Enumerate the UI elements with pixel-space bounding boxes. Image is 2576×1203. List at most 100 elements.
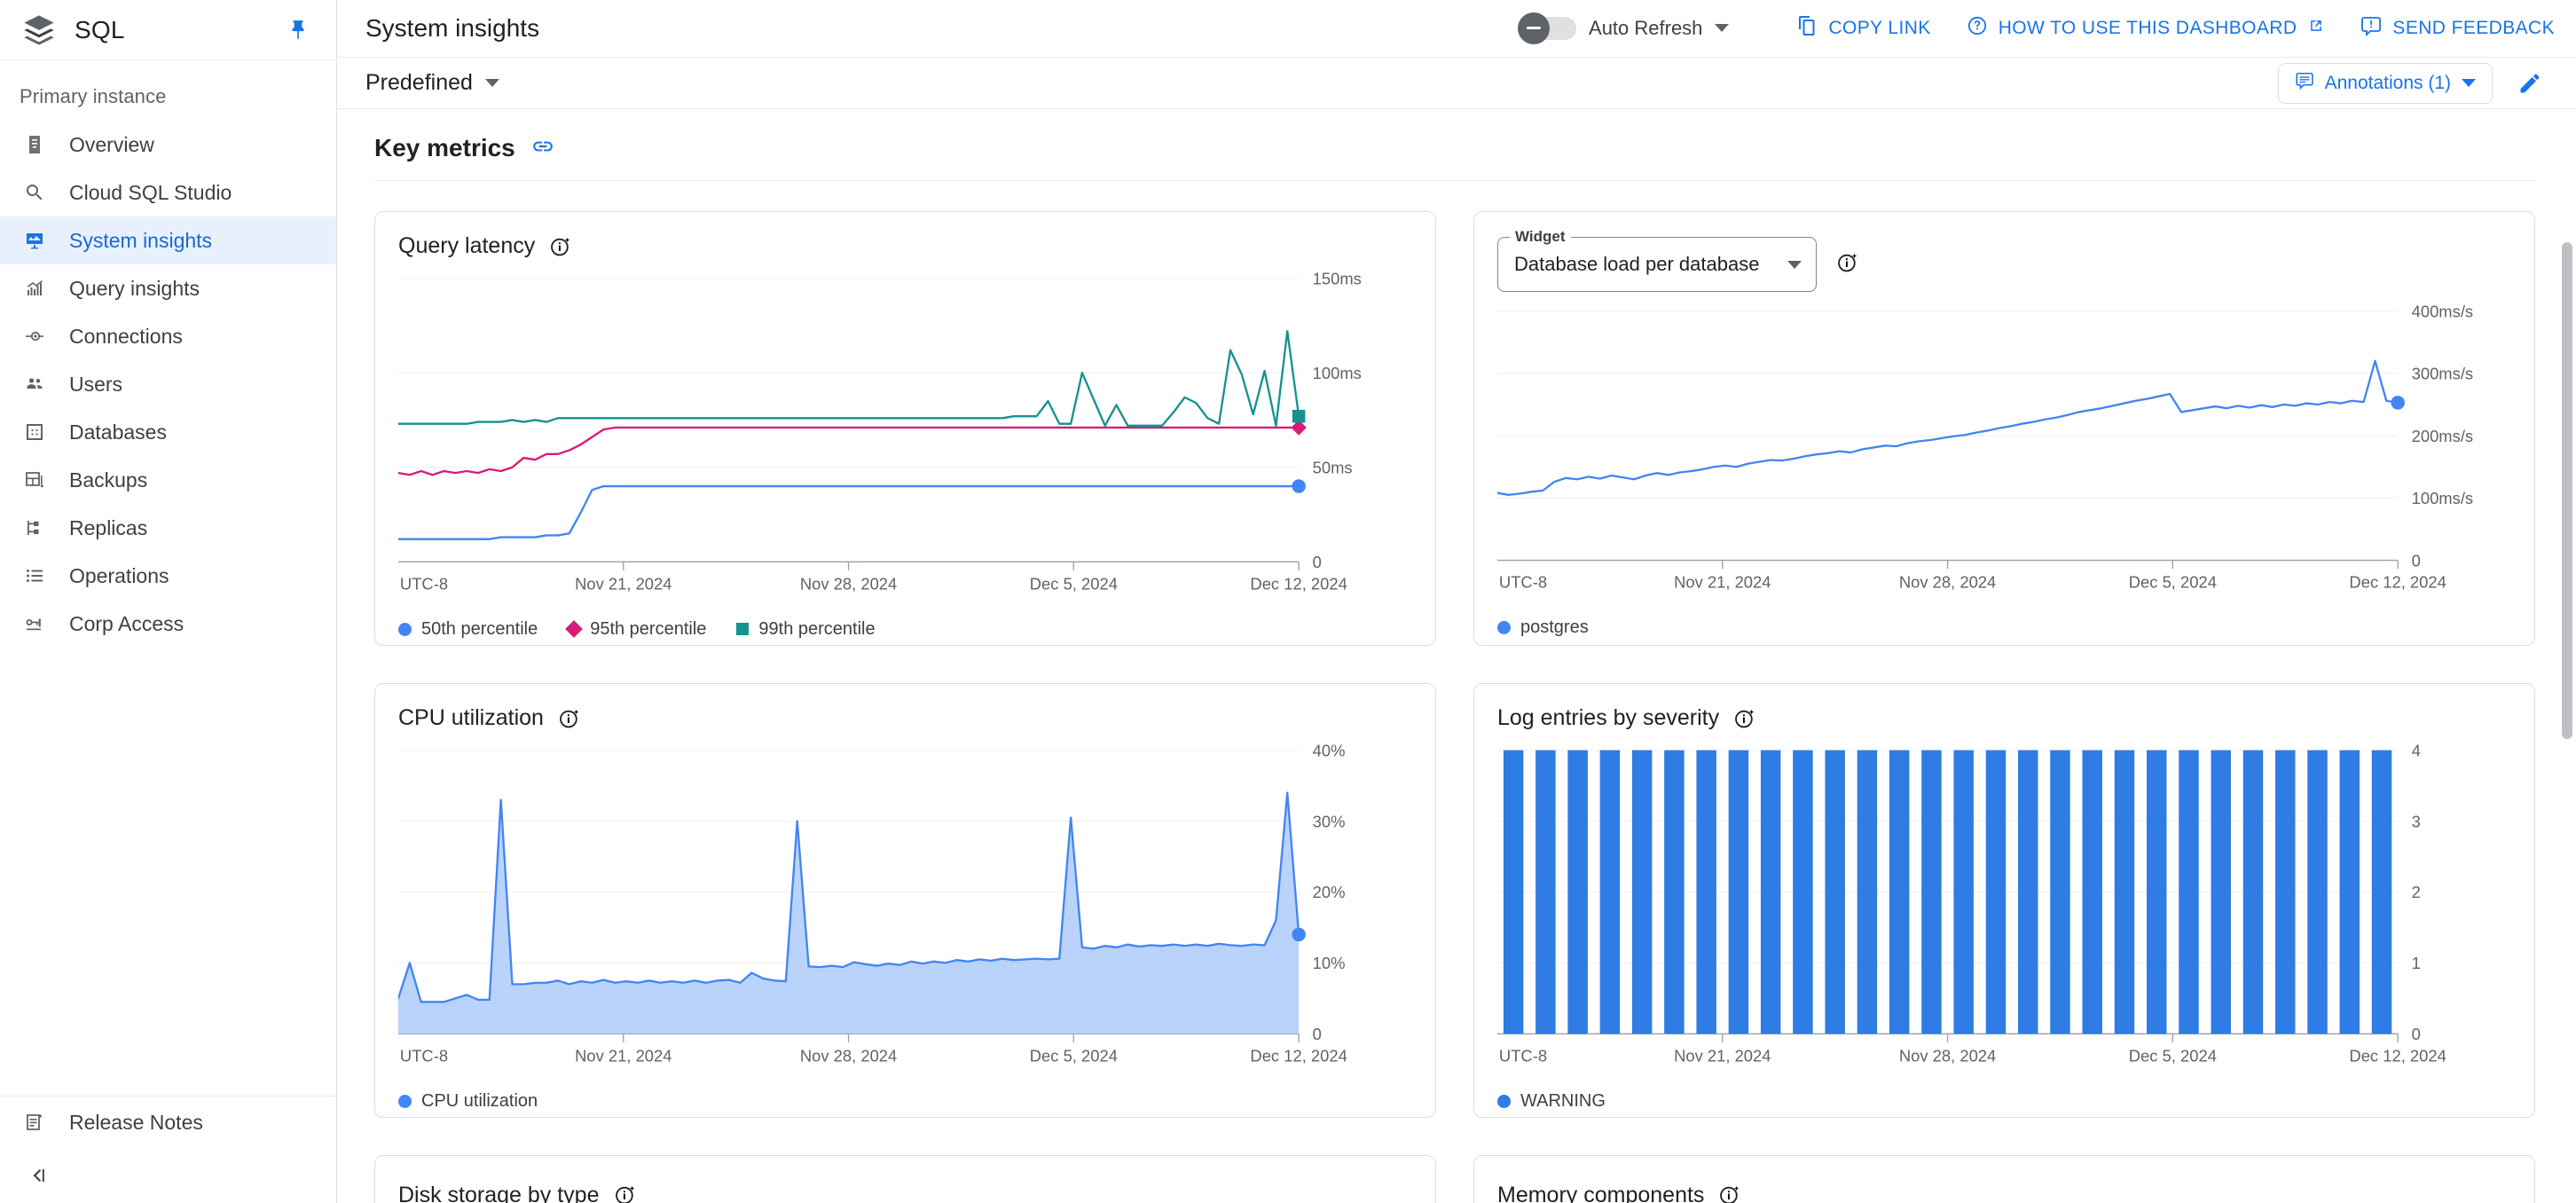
database-stack-icon [21,12,57,48]
sidebar-item-databases[interactable]: Databases [0,408,336,456]
plot-log-entries[interactable]: 01234UTC-8Nov 21, 2024Nov 28, 2024Dec 5,… [1497,740,2511,1083]
legend-item[interactable]: WARNING [1497,1091,1606,1112]
list-icon [23,564,46,587]
copy-link-button[interactable]: COPY LINK [1796,15,1930,42]
legend-cpu-utilization: CPU utilization [398,1084,1412,1112]
backup-icon [23,468,46,491]
svg-text:Dec 5, 2024: Dec 5, 2024 [1030,575,1118,594]
sidebar-item-label: System insights [69,229,212,253]
svg-text:UTC-8: UTC-8 [1499,1047,1547,1065]
predefined-label: Predefined [365,70,473,96]
sidebar-item-users[interactable]: Users [0,360,336,408]
sidebar-item-replicas[interactable]: Replicas [0,504,336,552]
svg-text:Dec 12, 2024: Dec 12, 2024 [2349,1047,2446,1065]
sidebar-item-overview[interactable]: Overview [0,121,336,169]
grid-square-icon [23,421,46,444]
sidebar-section-label: Primary instance [0,60,336,121]
chevron-down-icon[interactable] [1715,24,1729,32]
svg-text:100ms: 100ms [1313,364,1362,382]
legend-item[interactable]: 50th percentile [398,619,538,640]
sidebar-item-label: Operations [69,564,169,588]
svg-text:Dec 12, 2024: Dec 12, 2024 [1250,1047,1347,1065]
vertical-scrollbar[interactable] [2562,242,2572,739]
annotations-label: Annotations (1) [2325,73,2451,94]
sidebar-item-query-insights[interactable]: Query insights [0,264,336,312]
sidebar-item-operations[interactable]: Operations [0,552,336,600]
svg-text:0: 0 [2412,1026,2421,1044]
svg-text:UTC-8: UTC-8 [400,1047,448,1065]
svg-text:3: 3 [2412,813,2421,831]
card-header: Log entries by severity [1497,705,2511,731]
sidebar-item-connections[interactable]: Connections [0,312,336,360]
svg-text:150ms: 150ms [1313,270,1362,288]
sidebar-item-corp-access[interactable]: Corp Access [0,600,336,648]
svg-text:2: 2 [2412,884,2421,902]
auto-refresh-label: Auto Refresh [1589,17,1702,40]
legend-item[interactable]: CPU utilization [398,1091,538,1112]
sidebar-item-cloud-sql-studio[interactable]: Cloud SQL Studio [0,169,336,216]
replica-tree-icon [23,516,46,539]
plot-database-load[interactable]: 0100ms/s200ms/s300ms/s400ms/sUTC-8Nov 21… [1497,301,2511,610]
info-sparkle-icon[interactable] [614,1183,637,1203]
sidebar-footer: Release Notes [0,1096,336,1148]
brand-header: SQL [0,0,336,60]
svg-text:300ms/s: 300ms/s [2412,365,2474,383]
legend-item[interactable]: 99th percentile [736,619,875,640]
svg-text:UTC-8: UTC-8 [400,575,448,594]
sidebar-item-release-notes[interactable]: Release Notes [0,1097,336,1148]
sidebar-item-label: Backups [69,468,147,492]
card-title: CPU utilization [398,705,544,731]
legend-label: 50th percentile [421,619,538,640]
card-header: Query latency [398,233,1412,259]
info-sparkle-icon[interactable] [1718,1183,1741,1203]
sidebar-item-label: Release Notes [69,1111,203,1135]
monitoring-icon [23,229,46,252]
release-notes-icon [23,1111,46,1134]
top-toolbar: System insights Auto Refresh COPY LINK H… [337,0,2576,58]
annotations-button[interactable]: Annotations (1) [2278,63,2493,104]
people-icon [23,373,46,396]
legend-label: 99th percentile [758,619,875,640]
card-title: Query latency [398,233,535,259]
plot-cpu-utilization[interactable]: 010%20%30%40%UTC-8Nov 21, 2024Nov 28, 20… [398,740,1412,1083]
info-sparkle-icon[interactable] [1733,707,1756,730]
legend-item[interactable]: 95th percentile [568,619,706,640]
card-database-load: Widget Database load per database 0100ms… [1473,211,2535,646]
page-title: System insights [365,14,1520,43]
edit-dashboard-button[interactable] [2509,62,2551,105]
key-card-icon [23,612,46,635]
sidebar-nav: Overview Cloud SQL Studio System insight… [0,121,336,1096]
svg-text:200ms/s: 200ms/s [2412,427,2474,445]
sidebar-item-label: Connections [69,325,183,349]
how-to-use-dashboard-button[interactable]: HOW TO USE THIS DASHBOARD [1967,15,2326,42]
card-cpu-utilization: CPU utilization 010%20%30%40%UTC-8Nov 21… [374,683,1436,1118]
legend-item[interactable]: postgres [1497,617,1589,638]
sidebar-item-system-insights[interactable]: System insights [0,216,336,264]
predefined-dropdown[interactable]: Predefined [365,70,499,96]
sidebar-item-label: Users [69,373,122,397]
info-sparkle-icon[interactable] [549,235,572,258]
section-divider [374,180,2535,181]
app-root: SQL Primary instance Overview Cloud SQL … [0,0,2576,1203]
widget-selected-value: Database load per database [1514,253,1787,276]
info-sparkle-icon[interactable] [1836,251,1859,274]
sidebar: SQL Primary instance Overview Cloud SQL … [0,0,337,1203]
sidebar-item-backups[interactable]: Backups [0,456,336,504]
connection-icon [23,325,46,348]
auto-refresh-toggle[interactable] [1520,17,1576,40]
legend-database-load: postgres [1497,610,2511,638]
link-icon[interactable] [531,135,554,162]
widget-select[interactable]: Widget Database load per database [1497,237,1817,292]
send-feedback-button[interactable]: SEND FEEDBACK [2360,15,2555,42]
info-sparkle-icon[interactable] [558,707,581,730]
collapse-panel-icon[interactable] [0,1148,336,1203]
pin-icon[interactable] [287,19,310,42]
svg-text:Nov 28, 2024: Nov 28, 2024 [800,1047,897,1065]
card-header: Memory components [1497,1177,2511,1203]
plot-query-latency[interactable]: 050ms100ms150msUTC-8Nov 21, 2024Nov 28, … [398,268,1412,611]
sidebar-item-label: Cloud SQL Studio [69,181,232,205]
send-feedback-label: SEND FEEDBACK [2392,18,2555,39]
auto-refresh-control[interactable]: Auto Refresh [1520,17,1729,40]
svg-text:0: 0 [2412,552,2421,570]
card-header: Disk storage by type [398,1177,1412,1203]
